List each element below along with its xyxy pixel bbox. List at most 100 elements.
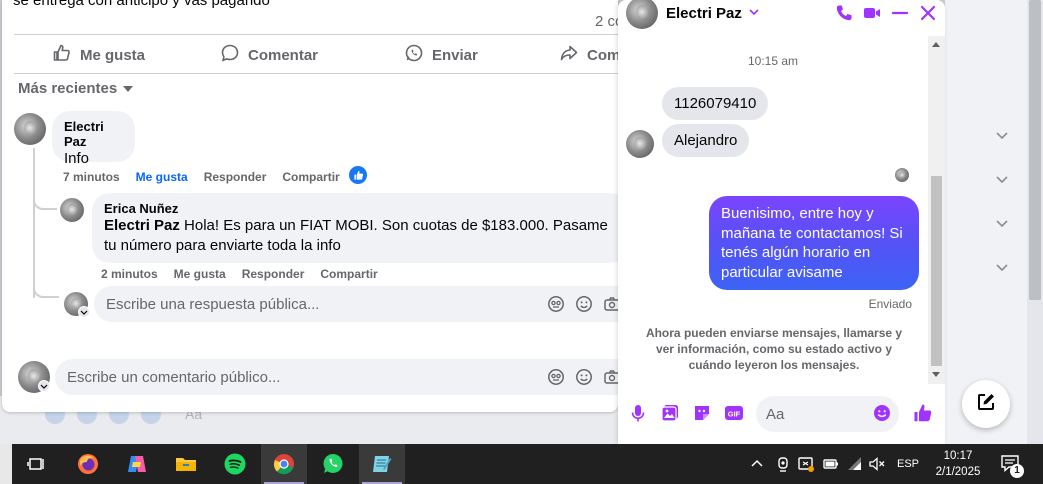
sort-label: Más recientes — [18, 80, 118, 97]
incoming-message[interactable]: 1126079410 — [662, 87, 769, 120]
like-label: Me gusta — [80, 46, 146, 64]
sender-avatar[interactable] — [626, 130, 654, 158]
comment-mention[interactable]: Electri Paz — [104, 217, 180, 234]
chat-timestamp: 10:15 am — [747, 54, 799, 68]
copilot-icon[interactable] — [114, 444, 160, 484]
emoji-icon[interactable] — [871, 402, 893, 424]
task-view-icon[interactable] — [14, 444, 60, 484]
minimize-icon[interactable] — [890, 3, 910, 23]
comment-reply-button[interactable]: Responder — [204, 170, 267, 184]
comment-author[interactable]: Erica Nuñez — [104, 201, 616, 216]
notepad-icon[interactable] — [359, 444, 405, 484]
chrome-icon[interactable] — [261, 444, 307, 484]
reply-input-placeholder: Escribe una respuesta pública... — [106, 295, 320, 313]
comment-reply-button[interactable]: Responder — [242, 267, 305, 281]
clock-time: 10:17 — [943, 450, 973, 462]
avatar-sticker-icon[interactable] — [547, 368, 565, 391]
share-button[interactable]: Com — [559, 39, 618, 71]
thumbs-up-icon — [52, 43, 72, 67]
like-reaction-icon[interactable] — [349, 166, 367, 184]
thread-line — [33, 148, 35, 298]
chat-scrollbar[interactable] — [928, 36, 945, 384]
reply-input-tools — [547, 295, 618, 318]
emoji-icon[interactable] — [575, 368, 593, 391]
chat-messages: 10:15 am 1126079410 Alejandro Buenisimo,… — [618, 36, 928, 380]
comment-label: Comentar — [248, 46, 319, 64]
volume-muted-icon[interactable] — [868, 455, 886, 473]
thread-connector — [33, 190, 57, 210]
chevron-down-icon[interactable] — [995, 260, 1009, 274]
comment-icon — [220, 43, 240, 67]
page-scrollbar-thumb[interactable] — [1029, 0, 1041, 300]
avatar[interactable] — [14, 113, 46, 145]
comment-time[interactable]: 7 minutos — [63, 170, 120, 184]
chat-notice: Ahora pueden enviarse mensajes, llamarse… — [645, 326, 903, 372]
emoji-icon[interactable] — [575, 295, 593, 318]
reply-input[interactable]: Escribe una respuesta pública... — [94, 286, 618, 322]
comment-button[interactable]: Comentar — [220, 39, 318, 71]
thread-connector — [33, 280, 59, 298]
photo-icon[interactable] — [659, 402, 681, 424]
system-clock[interactable]: 10:17 2/1/2025 — [928, 448, 988, 480]
send-label: Enviar — [432, 46, 478, 64]
chat-contact-button[interactable]: Electri Paz — [666, 5, 760, 22]
avatar-sticker-icon[interactable] — [547, 295, 565, 318]
comment-share-button[interactable]: Compartir — [320, 267, 377, 281]
start-button[interactable] — [0, 444, 12, 484]
new-message-button[interactable] — [962, 380, 1010, 428]
gif-icon[interactable]: GIF — [723, 402, 745, 424]
comment-like-button[interactable]: Me gusta — [174, 267, 226, 281]
chat-avatar[interactable] — [626, 0, 658, 29]
webcam-icon[interactable] — [774, 455, 792, 473]
phone-icon[interactable] — [834, 3, 854, 23]
comment-input[interactable]: Escribe un comentario público... — [55, 359, 618, 395]
thumbs-up-icon[interactable] — [912, 402, 934, 424]
comment-like-button[interactable]: Me gusta — [136, 170, 188, 184]
whatsapp-icon[interactable] — [310, 444, 356, 484]
sticker-icon[interactable] — [691, 402, 713, 424]
comment-sort-dropdown[interactable]: Más recientes — [18, 80, 134, 97]
send-button[interactable]: Enviar — [404, 39, 478, 71]
like-button[interactable]: Me gusta — [52, 39, 145, 71]
comment-text: Info — [64, 150, 90, 167]
camera-icon[interactable] — [603, 368, 618, 391]
comment-time[interactable]: 2 minutos — [101, 267, 158, 281]
chat-scrollbar-thumb[interactable] — [931, 176, 942, 366]
comment-share-button[interactable]: Compartir — [282, 170, 339, 184]
comment-author[interactable]: Electri Paz — [64, 119, 123, 149]
input-language[interactable]: ESP — [897, 458, 919, 470]
video-call-icon[interactable] — [862, 3, 882, 23]
scroll-down-arrow-icon[interactable] — [932, 372, 940, 377]
battery-icon[interactable] — [822, 455, 840, 473]
comment-input-placeholder: Escribe un comentario público... — [67, 368, 281, 386]
chevron-down-icon[interactable] — [995, 172, 1009, 186]
avatar[interactable] — [60, 198, 84, 222]
comment-meta: 7 minutos Me gusta Responder Compartir — [63, 170, 340, 184]
share-icon — [559, 43, 579, 67]
post-text: se entrega con anticipo y vas pagando — [13, 0, 270, 9]
close-icon[interactable] — [918, 3, 938, 23]
messenger-chat-window: Electri Paz 10:15 am 1126079410 Alejandr… — [618, 0, 945, 444]
chevron-up-icon[interactable] — [748, 455, 766, 473]
file-explorer-icon[interactable] — [163, 444, 209, 484]
incoming-message[interactable]: Alejandro — [662, 124, 750, 157]
chevron-down-icon[interactable] — [78, 306, 90, 318]
chat-contact-name: Electri Paz — [666, 5, 742, 22]
scroll-up-arrow-icon[interactable] — [932, 42, 940, 47]
notification-alert-icon[interactable] — [797, 455, 815, 473]
comment-meta: 2 minutos Me gusta Responder Compartir — [101, 267, 378, 281]
chevron-down-icon[interactable] — [995, 216, 1009, 230]
chevron-down-icon[interactable] — [38, 380, 50, 392]
outgoing-message[interactable]: Buenisimo, entre hoy y mañana te contact… — [709, 196, 919, 290]
chevron-down-icon — [748, 5, 760, 22]
comment-text: Hola! Es para un FIAT MOBI. Son cuotas d… — [104, 217, 608, 254]
microphone-icon[interactable] — [627, 402, 649, 424]
camera-icon[interactable] — [603, 295, 618, 318]
firefox-icon[interactable] — [65, 444, 111, 484]
chevron-down-icon[interactable] — [995, 128, 1009, 142]
wifi-icon[interactable] — [846, 455, 864, 473]
clock-date: 2/1/2025 — [935, 466, 981, 478]
post-action-bar: Me gusta Comentar Enviar Com — [14, 34, 618, 74]
spotify-icon[interactable] — [212, 444, 258, 484]
comment-count[interactable]: 2 co — [595, 13, 618, 30]
